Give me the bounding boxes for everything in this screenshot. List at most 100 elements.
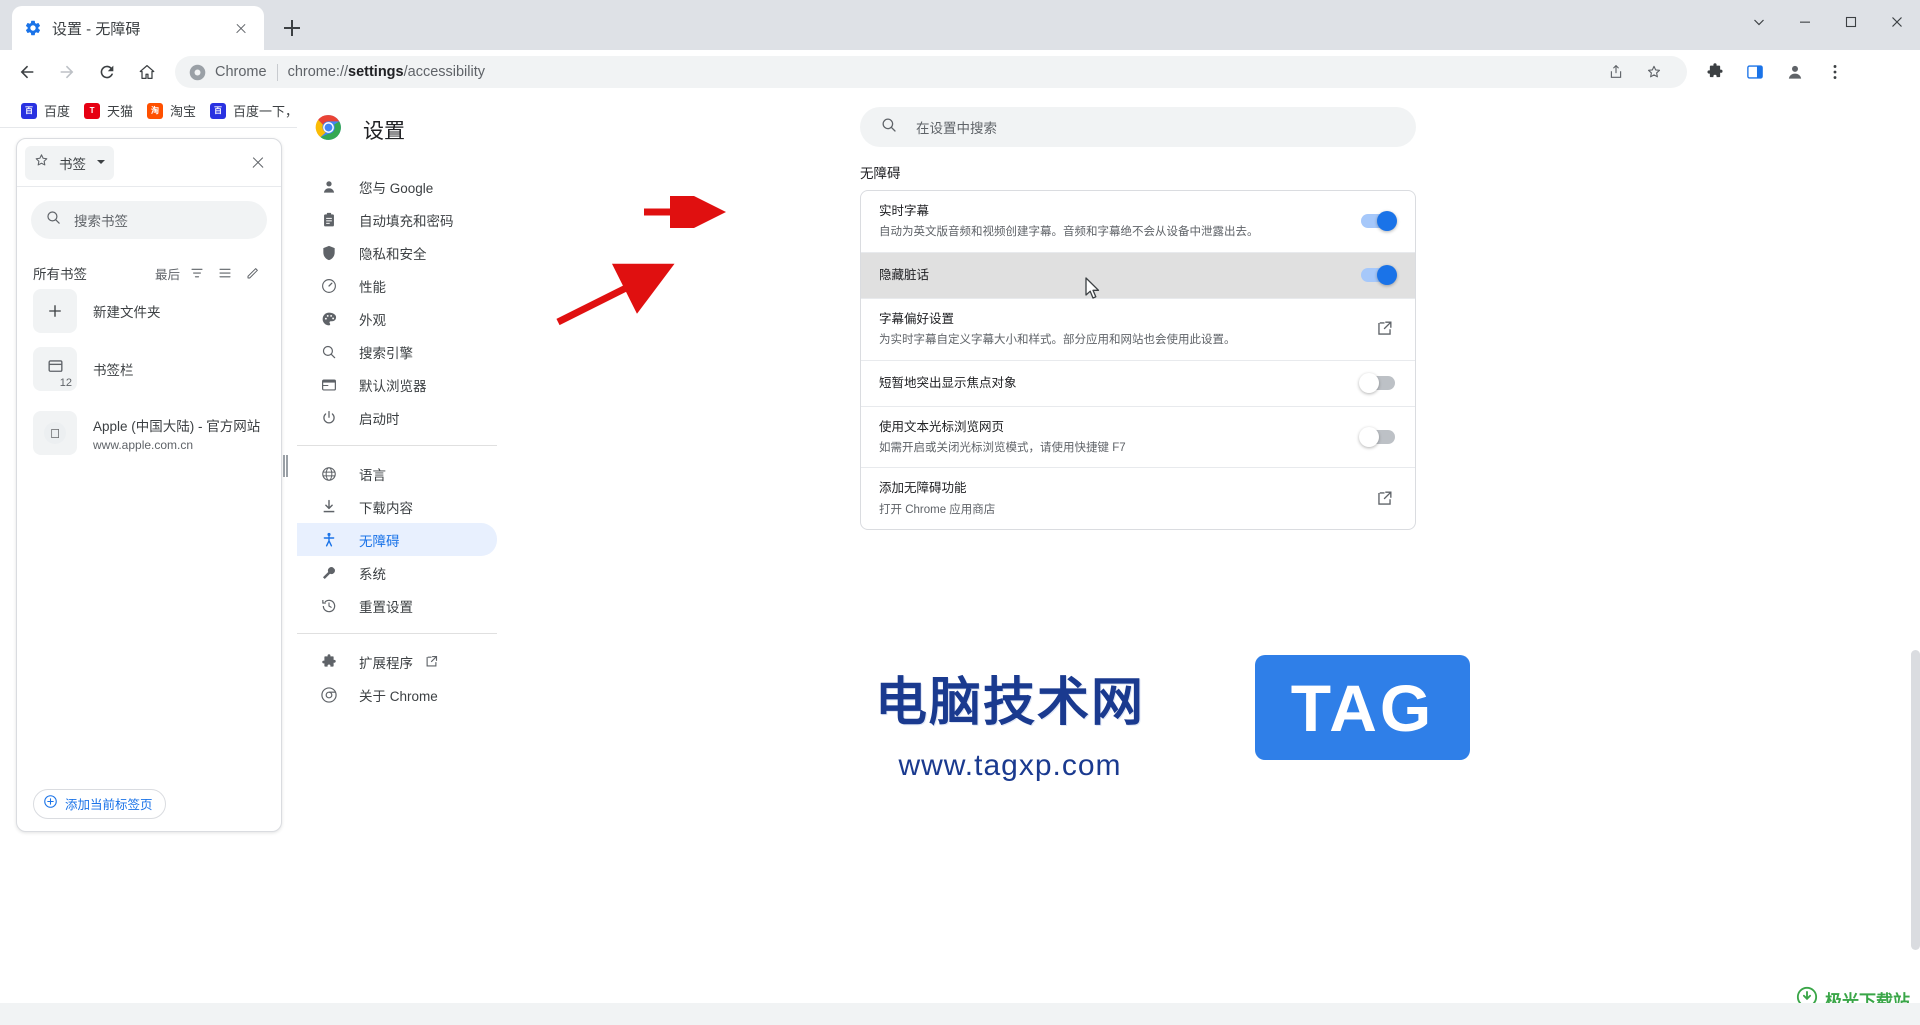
bookmark-search-placeholder: 搜索书签 [74,214,128,229]
setting-row-text: 字幕偏好设置 为实时字幕自定义字幕大小和样式。部分应用和网站也会使用此设置。 [879,299,1355,360]
window-controls [1736,0,1920,44]
profile-avatar-icon[interactable] [1778,55,1812,89]
chevron-down-icon[interactable] [1736,0,1782,44]
sidebar-item-accessibility[interactable]: 无障碍 [297,523,497,556]
sidebar-item-autofill-passwords[interactable]: 自动填充和密码 [297,203,497,236]
puzzle-icon[interactable] [1698,55,1732,89]
sidebar-item-extensions[interactable]: 扩展程序 [297,645,497,678]
sidebar-item-default-browser[interactable]: 默认浏览器 [297,368,497,401]
bookmark-search-input[interactable]: 搜索书签 [31,201,267,239]
side-panel-icon[interactable] [1738,55,1772,89]
settings-search-input[interactable]: 在设置中搜索 [860,107,1416,147]
bookmark-panel-row-bookmarks-bar[interactable]: 12 书签栏 [17,337,281,401]
bookmark-label: 淘宝 [170,104,197,119]
add-current-tab-button[interactable]: 添加当前标签页 [33,788,166,819]
setting-title: 字幕偏好设置 [879,311,955,326]
sidebar-item-label: 语言 [359,467,386,483]
bookmark-item[interactable]: 百百度 [14,98,77,124]
sidebar-item-you-and-google[interactable]: 您与 Google [297,170,497,203]
sidebar-item-reset-settings[interactable]: 重置设置 [297,589,497,622]
setting-subtitle: 为实时字幕自定义字幕大小和样式。部分应用和网站也会使用此设置。 [879,333,1236,346]
bookmarks-section-title: 所有书签 [33,267,87,282]
sidebar-item-languages[interactable]: 语言 [297,457,497,490]
reload-icon[interactable] [90,55,124,89]
sidebar-item-search-engine[interactable]: 搜索引擎 [297,335,497,368]
side-panel-selector[interactable]: 书签 [25,145,114,180]
sidebar-item-label: 您与 Google [359,180,434,196]
toggle-focus-highlight[interactable] [1359,373,1395,394]
share-icon[interactable] [1599,55,1633,89]
bookmark-panel-row-new-folder[interactable]: 新建文件夹 [17,285,281,337]
sidebar-item-performance[interactable]: 性能 [297,269,497,302]
setting-title: 短暂地突出显示焦点对象 [879,376,1017,391]
add-current-tab-label: 添加当前标签页 [65,798,153,812]
setting-row-text: 使用文本光标浏览网页 如需开启或关闭光标浏览模式，请使用快捷键 F7 [879,407,1341,468]
puzzle-icon [319,652,339,672]
setting-row-add-accessibility-features[interactable]: 添加无障碍功能 打开 Chrome 应用商店 [861,467,1415,529]
setting-row-live-caption[interactable]: 实时字幕 自动为英文版音频和视频创建字幕。音频和字幕绝不会从设备中泄露出去。 [861,191,1415,252]
search-icon [880,116,898,139]
palette-icon [319,309,339,329]
person-icon [319,177,339,197]
maximize-icon[interactable] [1828,0,1874,44]
window-close-icon[interactable] [1874,0,1920,44]
setting-row-caret-browsing[interactable]: 使用文本光标浏览网页 如需开启或关闭光标浏览模式，请使用快捷键 F7 [861,405,1415,468]
bookmark-item[interactable]: 淘淘宝 [140,98,203,124]
bookmark-folder-count: 12 [59,377,72,389]
toggle-caret-browsing[interactable] [1359,426,1395,447]
setting-title: 使用文本光标浏览网页 [879,419,1005,434]
side-panel-close-icon[interactable] [243,148,273,178]
toggle-hide-profanity[interactable] [1361,265,1397,286]
new-tab-button[interactable] [276,12,308,44]
browser-tab[interactable]: 设置 - 无障碍 [12,6,264,50]
external-link-icon[interactable] [1375,319,1395,339]
toggle-live-caption[interactable] [1361,211,1397,232]
setting-row-focus-highlight[interactable]: 短暂地突出显示焦点对象 [861,359,1415,406]
chrome-logo-icon [189,64,206,81]
bookmark-panel-row-apple[interactable]:  Apple (中国大陆) - 官方网站 www.apple.com.cn [17,401,281,465]
settings-header: 设置 [297,102,505,158]
setting-row-text: 添加无障碍功能 打开 Chrome 应用商店 [879,468,1355,529]
sidebar-item-appearance[interactable]: 外观 [297,302,497,335]
sidebar-item-label: 性能 [359,279,386,295]
setting-row-hide-profanity[interactable]: 隐藏脏话 [861,251,1415,298]
minimize-icon[interactable] [1782,0,1828,44]
sidebar-item-system[interactable]: 系统 [297,556,497,589]
pencil-icon[interactable] [241,261,265,285]
side-panel-resize-handle[interactable] [283,455,288,477]
search-icon [45,209,62,231]
forward-arrow-icon[interactable] [50,55,84,89]
list-view-icon[interactable] [213,261,237,285]
chevron-down-icon [96,154,106,172]
toggle-knob [1359,373,1379,394]
side-panel-footer: 添加当前标签页 [17,775,281,831]
home-icon[interactable] [130,55,164,89]
bookmark-item[interactable]: T 天猫 [77,98,140,124]
star-icon[interactable] [1637,55,1671,89]
setting-row-caption-preferences[interactable]: 字幕偏好设置 为实时字幕自定义字幕大小和样式。部分应用和网站也会使用此设置。 [861,297,1415,360]
settings-page: 设置 您与 Google 自动填充和密码 隐私和安全 性能 外观 搜索引擎 默认… [297,95,1920,1025]
tab-close-icon[interactable] [230,17,252,39]
tab-title: 设置 - 无障碍 [52,20,141,38]
sidebar-item-downloads[interactable]: 下载内容 [297,490,497,523]
bookmarks-subheader-actions: 最后 [155,261,265,285]
side-panel-header: 书签 [17,139,281,187]
three-dot-menu-icon[interactable] [1818,55,1852,89]
sidebar-item-label: 搜索引擎 [359,345,413,361]
bookmark-row-title: 新建文件夹 [93,305,161,320]
sidebar-item-on-startup[interactable]: 启动时 [297,401,497,434]
filter-icon[interactable] [185,261,209,285]
mouse-pointer-icon [1085,277,1100,299]
globe-icon [319,464,339,484]
settings-search-placeholder: 在设置中搜索 [916,121,997,136]
sidebar-item-privacy-security[interactable]: 隐私和安全 [297,236,497,269]
back-arrow-icon[interactable] [10,55,44,89]
chrome-logo-icon [319,685,339,705]
page-scrollbar-thumb[interactable] [1911,650,1920,950]
sidebar-item-label: 外观 [359,312,386,328]
download-icon [319,497,339,517]
external-link-icon[interactable] [1375,489,1395,509]
sidebar-item-about-chrome[interactable]: 关于 Chrome [297,678,497,711]
sidebar-item-label: 启动时 [359,411,400,427]
address-bar[interactable]: Chrome chrome://settings/accessibility [175,56,1687,88]
